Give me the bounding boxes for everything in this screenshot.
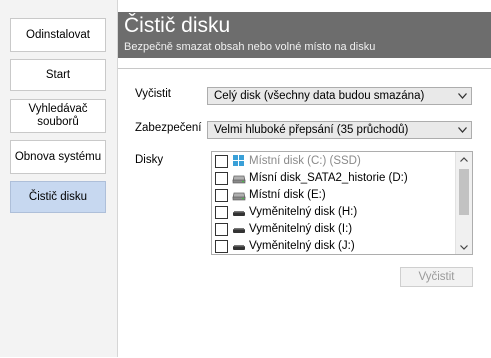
scroll-thumb[interactable]: [459, 169, 469, 215]
main-panel: Čistič disku Bezpečně smazat obsah nebo …: [118, 0, 491, 357]
scroll-up-button[interactable]: [456, 152, 472, 166]
disk-label: Vyměnitelný disk (I:): [249, 223, 353, 235]
page-title: Čistič disku: [124, 14, 231, 37]
disk-checkbox[interactable]: [215, 205, 228, 219]
removable-drive-icon: [233, 211, 245, 216]
removable-drive-icon: [233, 228, 245, 233]
chevron-down-icon: [458, 127, 467, 133]
nav-disk-cleaner-button[interactable]: Čistič disku: [10, 181, 106, 213]
disk-checkbox[interactable]: [215, 222, 228, 236]
security-level-value: Velmi hluboké přepsání (35 průchodů): [214, 124, 409, 136]
nav-file-finder-label: Vyhledávač souborů: [28, 103, 88, 128]
nav-start-button[interactable]: Start: [10, 59, 106, 91]
list-item[interactable]: Mísní disk_SATA2_historie (D:): [215, 170, 408, 186]
disks-label: Disky: [135, 154, 164, 166]
disk-label: Vyměnitelný disk (J:): [249, 240, 355, 252]
clean-button-label: Vyčistit: [418, 271, 455, 283]
scroll-down-button[interactable]: [456, 240, 472, 254]
nav-disk-cleaner-label: Čistič disku: [28, 190, 88, 203]
disk-checkbox[interactable]: [215, 239, 228, 253]
page-subtitle: Bezpečně smazat obsah nebo volné místo n…: [124, 41, 376, 53]
list-item[interactable]: Vyměnitelný disk (J:): [215, 238, 355, 254]
clean-label: Vyčistit: [135, 88, 171, 100]
hard-drive-icon: [232, 192, 246, 201]
security-label: Zabezpečení: [135, 122, 202, 134]
nav-system-restore-button[interactable]: Obnova systému: [10, 140, 106, 174]
disk-label: Místní disk (E:): [249, 189, 326, 201]
chevron-up-icon: [460, 156, 468, 162]
nav-system-restore-label: Obnova systému: [14, 150, 102, 163]
disk-label: Místní disk (C:) (SSD): [249, 155, 361, 167]
disk-list-scrollbar[interactable]: [455, 152, 472, 254]
disk-checkbox[interactable]: [215, 188, 228, 202]
disk-checkbox[interactable]: [215, 171, 228, 185]
chevron-down-icon: [460, 244, 468, 250]
security-level-select[interactable]: Velmi hluboké přepsání (35 průchodů): [207, 121, 472, 139]
list-item[interactable]: Místní disk (E:): [215, 187, 326, 203]
nav-uninstall-button[interactable]: Odinstalovat: [10, 18, 106, 52]
clean-mode-value: Celý disk (všechny data budou smazána): [214, 90, 425, 102]
removable-drive-icon: [233, 245, 245, 250]
list-item[interactable]: Vyměnitelný disk (I:): [215, 221, 352, 237]
clean-mode-select[interactable]: Celý disk (všechny data budou smazána): [207, 87, 472, 105]
disk-label: Mísní disk_SATA2_historie (D:): [249, 172, 408, 184]
disk-checkbox[interactable]: [215, 154, 228, 168]
nav-uninstall-label: Odinstalovat: [26, 28, 90, 41]
page-header: Čistič disku Bezpečně smazat obsah nebo …: [118, 12, 491, 58]
hard-drive-icon: [232, 175, 246, 184]
clean-button[interactable]: Vyčistit: [400, 267, 473, 287]
disk-label: Vyměnitelný disk (H:): [249, 206, 358, 218]
disk-list[interactable]: Místní disk (C:) (SSD) Mísní disk_SATA2_…: [211, 151, 473, 255]
windows-drive-icon: [233, 155, 244, 166]
nav-file-finder-button[interactable]: Vyhledávač souborů: [10, 99, 106, 133]
nav-start-label: Start: [45, 68, 71, 81]
list-item[interactable]: Místní disk (C:) (SSD): [215, 153, 361, 169]
list-item[interactable]: Vyměnitelný disk (H:): [215, 204, 357, 220]
sidebar: Odinstalovat Start Vyhledávač souborů Ob…: [0, 0, 118, 357]
content-area: Vyčistit Celý disk (všechny data budou s…: [118, 68, 491, 358]
chevron-down-icon: [458, 93, 467, 99]
